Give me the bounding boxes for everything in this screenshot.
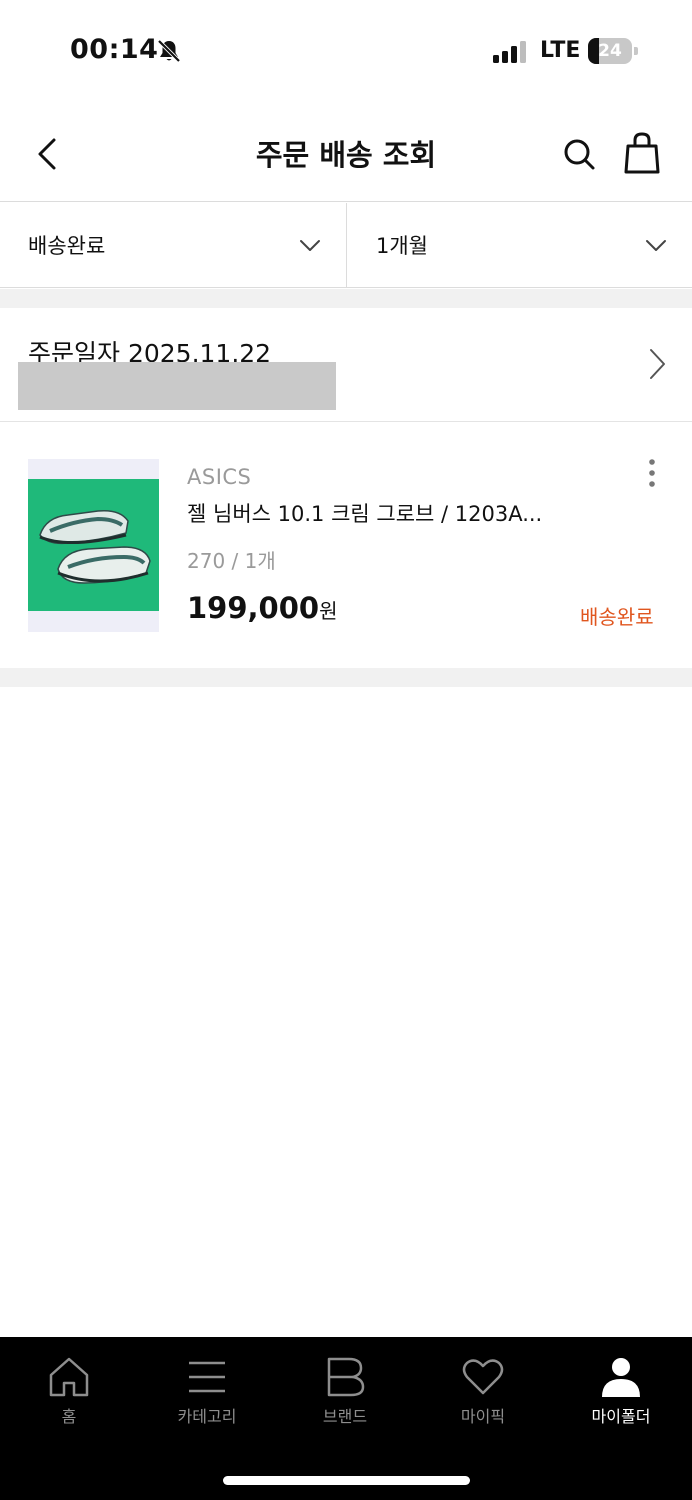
product-thumbnail[interactable] — [28, 459, 159, 632]
product-name[interactable]: 젤 님버스 10.1 크림 그로브 / 1203A... — [187, 498, 587, 528]
period-filter-value: 1개월 — [376, 234, 429, 258]
more-options-icon[interactable] — [638, 457, 666, 489]
cart-icon[interactable] — [622, 130, 662, 176]
app-header: 주문 배송 조회 — [0, 104, 692, 202]
nav-item-myfolder[interactable]: 마이폴더 — [552, 1337, 690, 1447]
chevron-right-icon[interactable] — [644, 346, 670, 382]
nav-item-home[interactable]: 홈 — [0, 1337, 138, 1447]
status-filter-dropdown[interactable]: 배송완료 — [0, 203, 347, 287]
product-brand: ASICS — [187, 465, 252, 489]
chevron-down-icon — [300, 240, 320, 251]
status-time: 00:14 — [70, 34, 159, 65]
period-filter-dropdown[interactable]: 1개월 — [348, 203, 692, 287]
home-indicator[interactable] — [223, 1476, 470, 1485]
redacted-order-number — [18, 362, 336, 410]
order-product-item[interactable]: ASICS 젤 님버스 10.1 크림 그로브 / 1203A... 270 /… — [0, 423, 692, 668]
nav-item-brand[interactable]: 브랜드 — [276, 1337, 414, 1447]
product-image — [28, 479, 159, 611]
product-price: 199,000원 — [187, 591, 338, 625]
product-option: 270 / 1개 — [187, 549, 276, 573]
battery-level: 24 — [598, 41, 622, 61]
chevron-down-icon — [646, 240, 666, 251]
nav-label-category: 카테고리 — [177, 1407, 237, 1426]
search-icon[interactable] — [560, 132, 600, 176]
nav-item-mypick[interactable]: 마이픽 — [414, 1337, 552, 1447]
person-icon — [602, 1358, 640, 1397]
price-value: 199,000 — [187, 591, 320, 625]
nav-label-home: 홈 — [61, 1407, 77, 1426]
battery-indicator: 24 — [588, 38, 638, 64]
price-unit: 원 — [319, 599, 338, 623]
nav-item-category[interactable]: 카테고리 — [138, 1337, 276, 1447]
nav-label-mypick: 마이픽 — [460, 1407, 506, 1426]
order-header[interactable]: 주문일자 2025.11.22 — [0, 308, 692, 422]
section-divider — [0, 289, 692, 308]
delivery-status-badge: 배송완료 — [580, 605, 654, 629]
nav-label-brand: 브랜드 — [322, 1407, 368, 1426]
status-bar: 00:14 LTE 24 — [0, 0, 692, 104]
section-divider — [0, 668, 692, 687]
brand-icon — [327, 1357, 365, 1397]
status-filter-value: 배송완료 — [28, 234, 106, 258]
heart-icon — [462, 1359, 504, 1395]
signal-icon — [493, 41, 526, 63]
nav-label-myfolder: 마이폴더 — [591, 1407, 651, 1426]
menu-icon — [189, 1361, 225, 1393]
order-tracking-screen: 00:14 LTE 24 주문 배송 조회 배송완료 1개월 주문일자 2025… — [0, 0, 692, 1500]
filter-row: 배송완료 1개월 — [0, 203, 692, 288]
bell-muted-icon — [157, 39, 181, 63]
network-label: LTE — [540, 38, 581, 63]
home-icon — [49, 1357, 89, 1397]
